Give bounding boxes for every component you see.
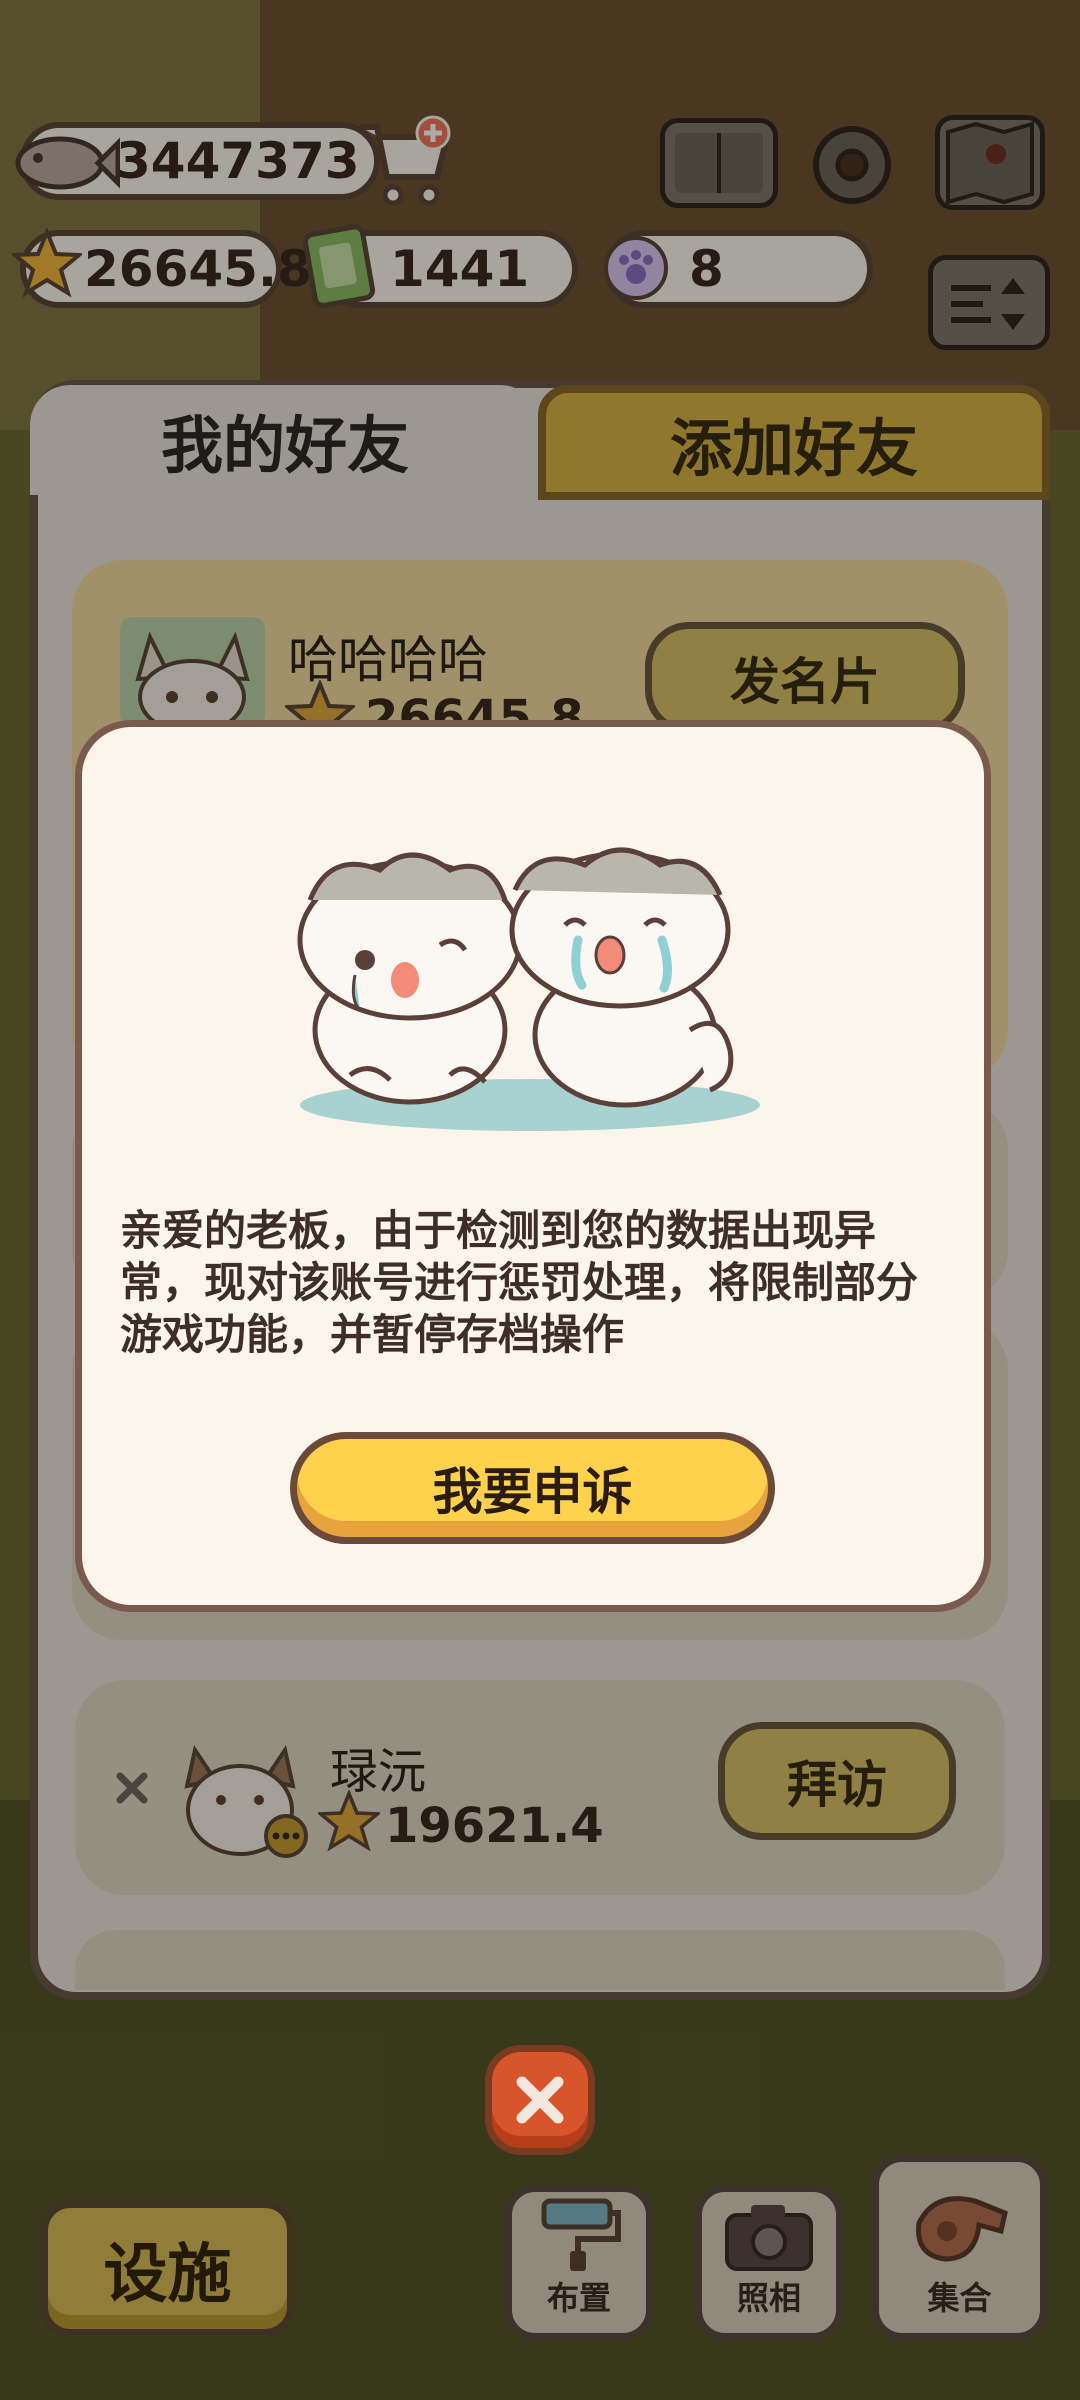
close-icon (516, 2076, 564, 2124)
appeal-button[interactable]: 我要申诉 (290, 1432, 775, 1544)
crying-cats-illustration (297, 847, 760, 1131)
penalty-message: 亲爱的老板，由于检测到您的数据出现异常，现对该账号进行惩罚处理，将限制部分游戏功… (120, 1206, 919, 1359)
close-panel-button[interactable] (485, 2045, 595, 2155)
